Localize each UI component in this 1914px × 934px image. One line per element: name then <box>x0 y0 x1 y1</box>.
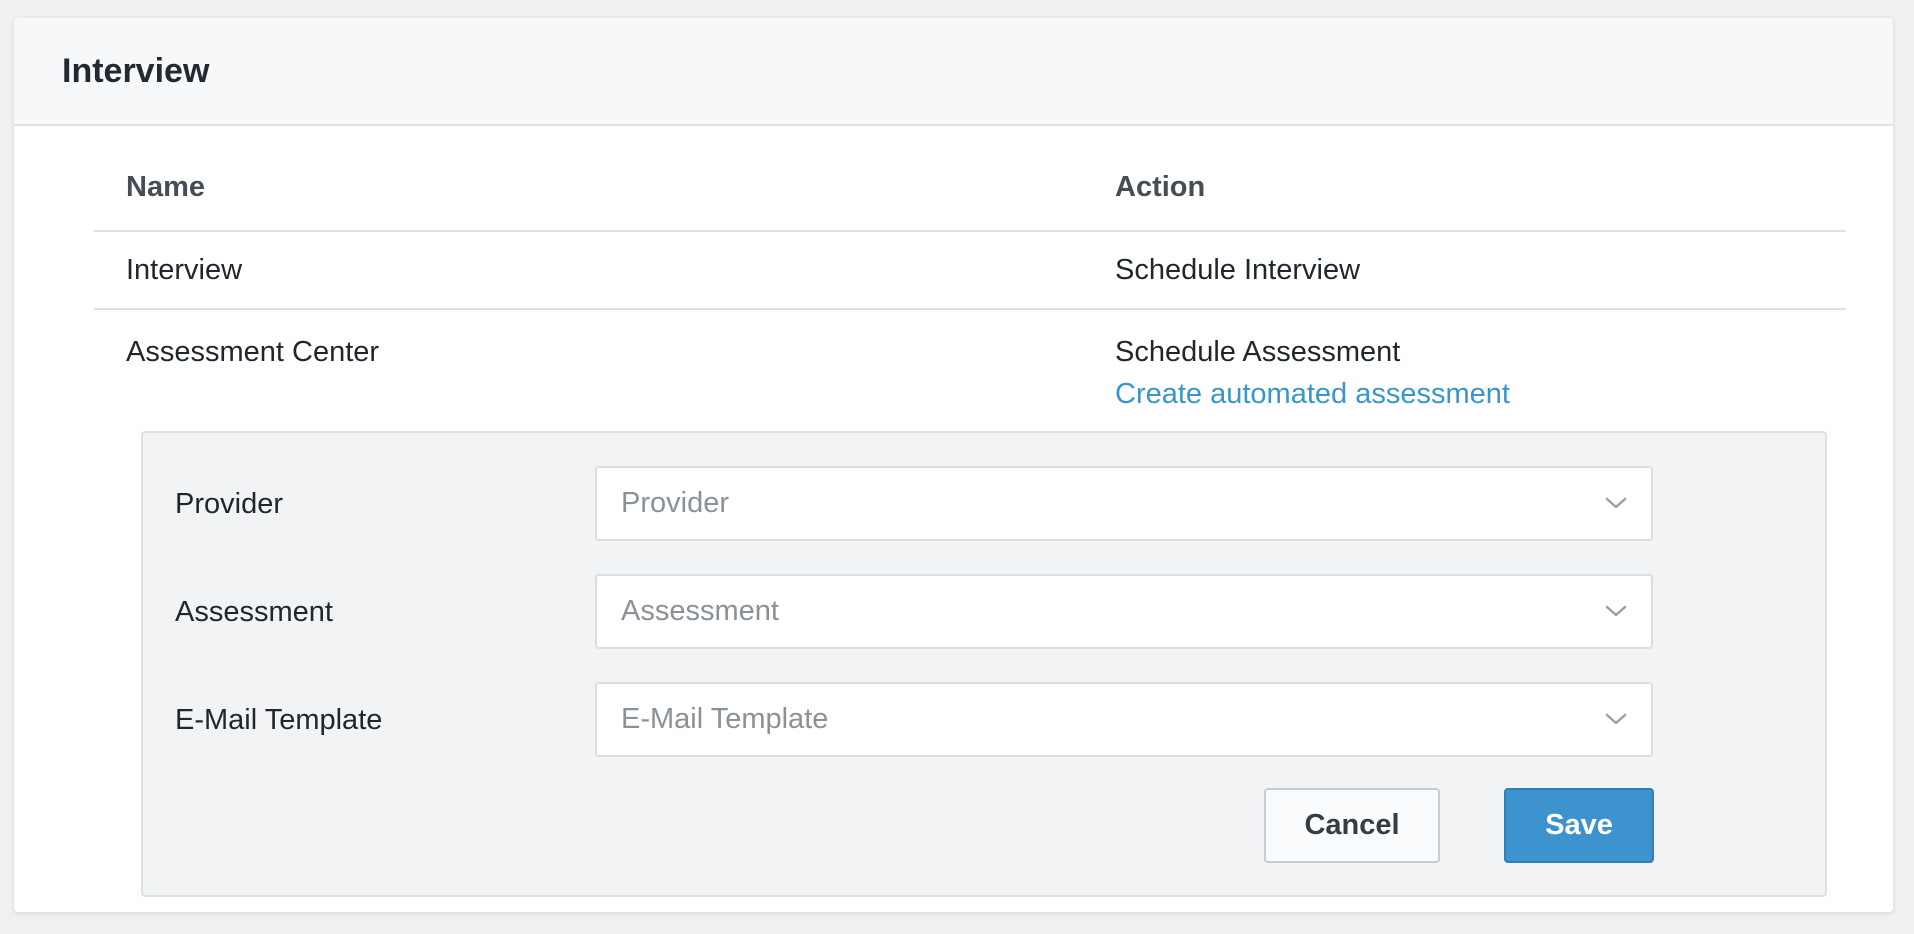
email-template-select[interactable]: E-Mail Template <box>595 682 1653 757</box>
assessment-label: Assessment <box>175 595 333 628</box>
assessment-form-panel: Provider Provider Assessment Assessment … <box>141 431 1827 897</box>
email-template-label: E-Mail Template <box>175 703 383 736</box>
column-header-name: Name <box>126 170 205 203</box>
provider-row: Provider Provider <box>143 466 1825 542</box>
table-row: Interview Schedule Interview <box>94 232 1846 310</box>
actions-table: Name Action Interview Schedule Interview… <box>94 126 1846 416</box>
assessment-row: Assessment Assessment <box>143 574 1825 650</box>
cancel-button[interactable]: Cancel <box>1264 788 1440 863</box>
interview-card: Interview Name Action Interview Schedule… <box>14 18 1893 912</box>
provider-placeholder: Provider <box>621 487 729 519</box>
save-button[interactable]: Save <box>1504 788 1654 863</box>
table-header-row: Name Action <box>94 126 1846 232</box>
row-name: Interview <box>126 253 243 286</box>
schedule-interview-action[interactable]: Schedule Interview <box>1115 254 1846 287</box>
row-actions: Schedule Assessment Create automated ass… <box>1115 332 1846 416</box>
provider-label: Provider <box>175 487 283 520</box>
table-row: Assessment Center Schedule Assessment Cr… <box>94 310 1846 416</box>
create-automated-assessment-link[interactable]: Create automated assessment <box>1115 372 1846 416</box>
chevron-down-icon <box>1605 605 1627 617</box>
provider-select[interactable]: Provider <box>595 466 1653 541</box>
assessment-placeholder: Assessment <box>621 595 779 627</box>
chevron-down-icon <box>1605 713 1627 725</box>
assessment-select[interactable]: Assessment <box>595 574 1653 649</box>
card-header: Interview <box>14 18 1893 126</box>
column-header-action: Action <box>1115 170 1206 203</box>
schedule-assessment-action[interactable]: Schedule Assessment <box>1115 332 1846 372</box>
email-template-placeholder: E-Mail Template <box>621 703 829 735</box>
card-title: Interview <box>62 51 210 90</box>
chevron-down-icon <box>1605 497 1627 509</box>
row-name: Assessment Center <box>126 336 380 368</box>
email-template-row: E-Mail Template E-Mail Template <box>143 682 1825 758</box>
